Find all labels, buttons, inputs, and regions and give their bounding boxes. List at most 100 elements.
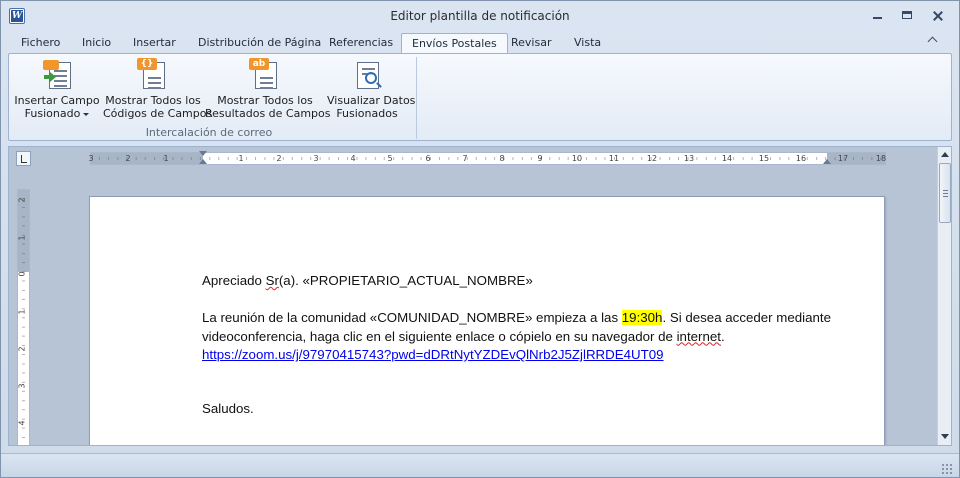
document-area: 3 2 1 1 2 3 4 5 6 7 8 9 10 11 12 13 14 1… [8, 146, 952, 446]
ruler-number: 2 [125, 154, 131, 163]
letter-body[interactable]: Apreciado Sr(a). «PROPIETARIO_ACTUAL_NOM… [202, 272, 832, 418]
resize-grip-icon[interactable] [941, 463, 953, 475]
ruler-number: 10 [571, 154, 583, 163]
mail-merge-group-label: Intercalación de correo [145, 126, 273, 139]
preview-merged-label-1: Visualizar Datos [327, 94, 416, 107]
ab-tag-icon: ab [249, 58, 269, 70]
ruler-number: 3 [313, 154, 319, 163]
greeting-prefix: Apreciado [202, 273, 266, 288]
closing-line: Saludos. [202, 400, 254, 416]
ruler-number: 1 [17, 309, 27, 315]
status-bar [1, 453, 959, 477]
close-button[interactable] [927, 7, 949, 25]
show-field-results-label-1: Mostrar Todos los [217, 94, 313, 107]
ruler-number: 2 [276, 154, 282, 163]
tab-referencias[interactable]: Referencias [319, 33, 403, 54]
hanging-indent-marker-icon[interactable] [199, 159, 207, 164]
preview-merged-data-button[interactable]: Visualizar Datos Fusionados [327, 58, 416, 124]
preview-merged-label-2: Fusionados [336, 107, 398, 120]
field-results-icon: ab [249, 58, 281, 90]
maximize-button[interactable] [896, 7, 918, 25]
maximize-icon [902, 11, 912, 19]
tab-inicio[interactable]: Inicio [72, 33, 121, 54]
scroll-thumb[interactable] [939, 163, 951, 223]
tab-vista[interactable]: Vista [564, 33, 611, 54]
insert-merge-field-label-2: Fusionado [24, 107, 81, 120]
minimize-icon [873, 17, 882, 19]
tab-envios-postales[interactable]: Envíos Postales [401, 33, 508, 55]
link-line: https://zoom.us/j/97970415743?pwd=dDRtNy… [202, 346, 832, 365]
preview-merged-icon [351, 58, 383, 90]
ruler-number: 2 [17, 197, 27, 203]
meeting-text-continued: . Si desea acceder mediante [662, 310, 831, 325]
ruler-number: 11 [608, 154, 620, 163]
meeting-text-end: . [720, 328, 725, 344]
group-separator [416, 57, 417, 139]
app-window: W Editor plantilla de notificación Fiche… [0, 0, 960, 478]
zoom-link[interactable]: https://zoom.us/j/97970415743?pwd=dDRtNy… [202, 347, 664, 362]
ruler-number: 1 [163, 154, 169, 163]
ruler-number: 13 [683, 154, 695, 163]
document-page[interactable]: Apreciado Sr(a). «PROPIETARIO_ACTUAL_NOM… [89, 196, 885, 445]
vertical-ruler[interactable]: 2 1 0 1 2 3 4 [17, 189, 30, 445]
ruler-number: 15 [758, 154, 770, 163]
ruler-number: 12 [646, 154, 658, 163]
scroll-down-arrow-icon[interactable] [941, 434, 949, 439]
ribbon-collapse-chevron-icon[interactable] [927, 35, 939, 47]
insert-field-icon [41, 58, 73, 90]
insert-merge-field-button[interactable]: Insertar Campo Fusionado [11, 58, 103, 124]
greeting-merge-field: (a). «PROPIETARIO_ACTUAL_NOMBRE» [278, 273, 533, 288]
greeting-title-word: Sr [265, 273, 279, 288]
first-line-indent-marker-icon[interactable] [199, 151, 207, 156]
meeting-time-highlight: 19:30h [621, 310, 663, 325]
green-arrow-icon [44, 72, 56, 82]
ruler-number: 8 [499, 154, 505, 163]
ribbon-tabs: Fichero Inicio Insertar Distribución de … [1, 31, 959, 55]
ruler-number: 9 [537, 154, 543, 163]
tab-selector-icon[interactable] [16, 151, 31, 166]
magnifier-icon [365, 72, 377, 84]
ruler-number: 2 [17, 346, 27, 352]
ruler-number: 4 [350, 154, 356, 163]
orange-field-tag-icon [43, 60, 59, 70]
show-field-results-label-2: Resultados de Campos [205, 107, 331, 120]
scroll-up-arrow-icon[interactable] [941, 152, 949, 157]
ruler-number: 3 [17, 383, 27, 389]
ruler-number: 5 [387, 154, 393, 163]
right-indent-marker-icon[interactable] [823, 159, 831, 164]
ruler-number: 17 [837, 154, 849, 163]
tab-fichero[interactable]: Fichero [11, 33, 70, 54]
greeting-line: Apreciado Sr(a). «PROPIETARIO_ACTUAL_NOM… [202, 272, 832, 291]
ruler-number: 18 [875, 154, 887, 163]
tab-distribucion-de-pagina[interactable]: Distribución de Página [188, 33, 331, 54]
meeting-paragraph-line-2: videoconferencia, haga clic en el siguie… [202, 328, 832, 347]
vertical-scrollbar[interactable] [937, 147, 951, 445]
ruler-number: 6 [425, 154, 431, 163]
insert-merge-field-label-1: Insertar Campo [14, 94, 100, 107]
title-bar: W Editor plantilla de notificación [1, 1, 959, 31]
window-title: Editor plantilla de notificación [390, 9, 570, 23]
ruler-number: 1 [17, 235, 27, 241]
horizontal-ruler[interactable]: 3 2 1 1 2 3 4 5 6 7 8 9 10 11 12 13 14 1… [88, 151, 887, 165]
internet-word: internet [676, 328, 721, 344]
meeting-paragraph-line-1: La reunión de la comunidad «COMUNIDAD_NO… [202, 309, 832, 328]
ruler-number: 16 [795, 154, 807, 163]
ruler-number: 3 [88, 154, 94, 163]
ruler-number: 1 [238, 154, 244, 163]
meeting-text: La reunión de la comunidad «COMUNIDAD_NO… [202, 310, 622, 325]
ruler-ticks [18, 190, 29, 445]
show-field-codes-button[interactable]: {} Mostrar Todos los Códigos de Campos [103, 58, 213, 124]
ruler-number: 0 [17, 271, 27, 277]
ruler-number: 14 [721, 154, 733, 163]
braces-tag-icon: {} [137, 58, 157, 70]
ruler-number: 4 [17, 420, 27, 426]
tab-insertar[interactable]: Insertar [123, 33, 186, 54]
minimize-button[interactable] [867, 7, 889, 25]
show-field-results-button[interactable]: ab Mostrar Todos los Resultados de Campo… [205, 58, 331, 124]
field-codes-icon: {} [137, 58, 169, 90]
ribbon-panel: Insertar Campo Fusionado {} Mostrar Todo… [8, 53, 952, 141]
show-field-codes-label-2: Códigos de Campos [103, 107, 213, 120]
tab-revisar[interactable]: Revisar [501, 33, 561, 54]
